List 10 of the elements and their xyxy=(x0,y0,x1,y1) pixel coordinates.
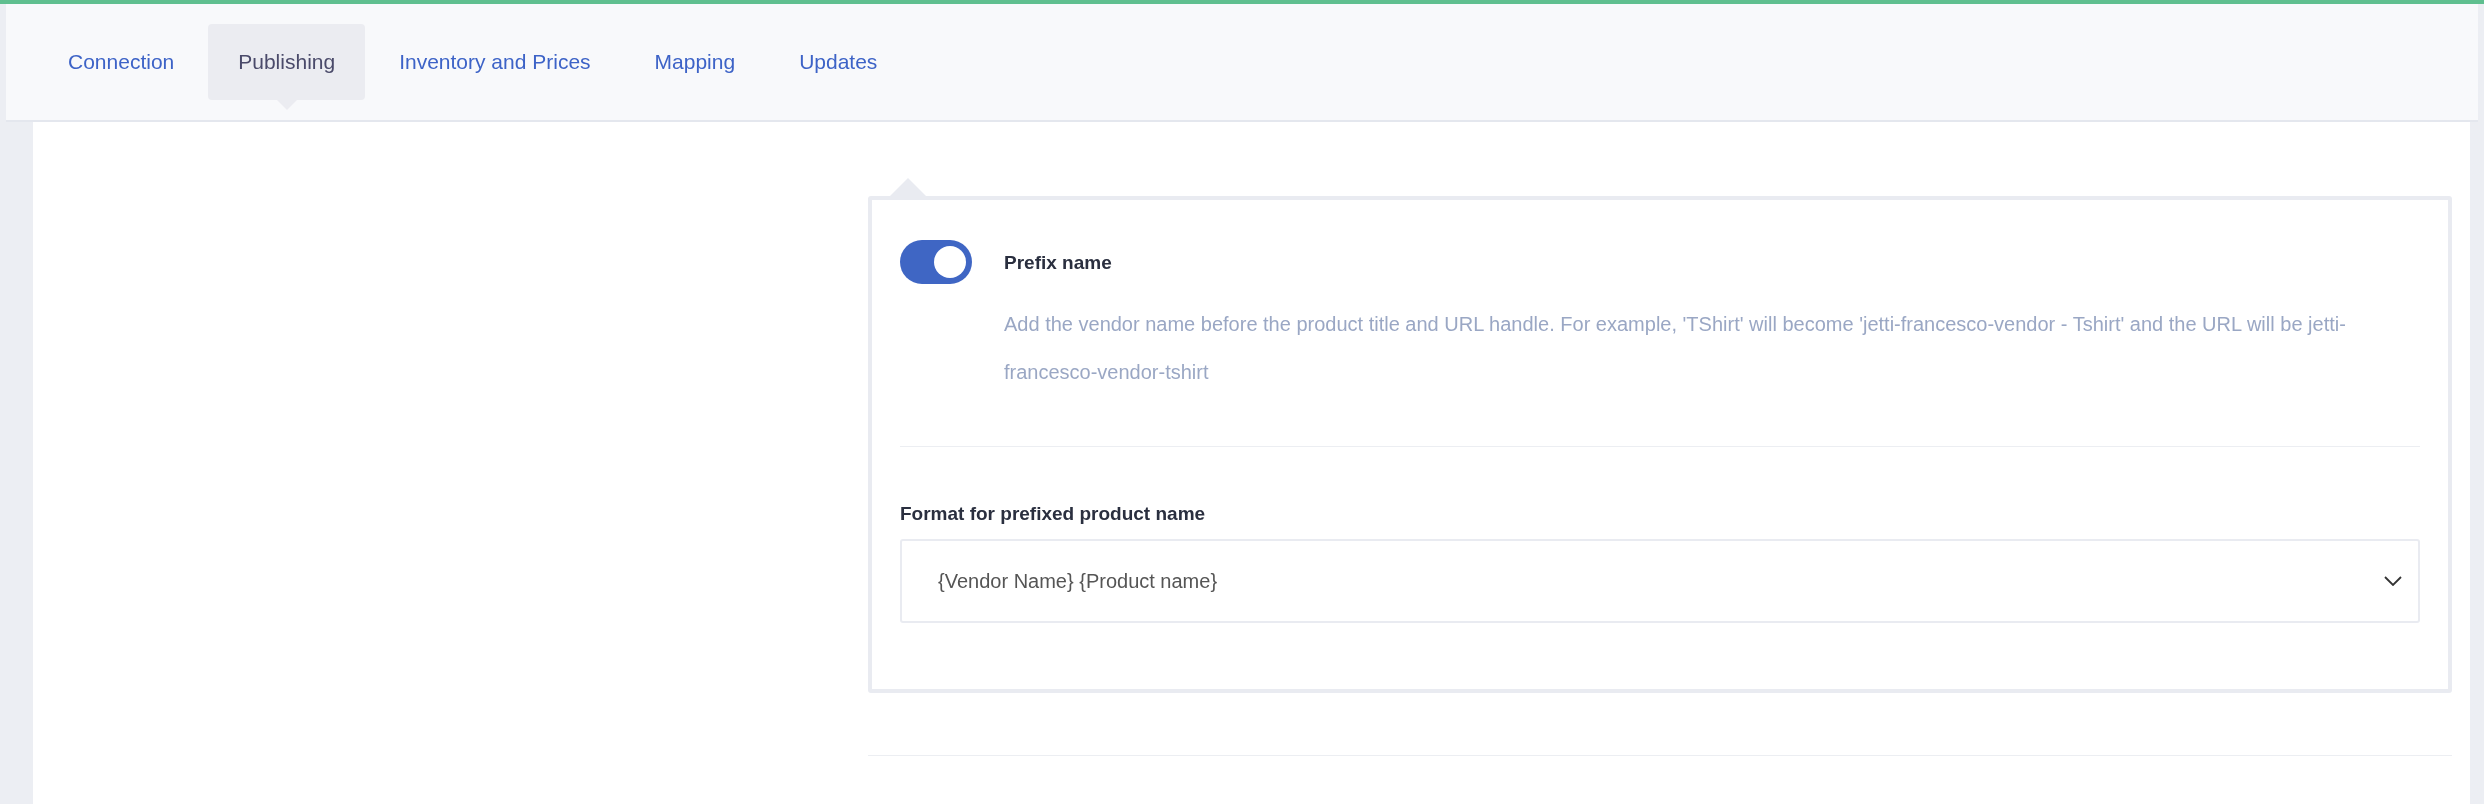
setting-description: Add the vendor name before the product title and URL handle. For example, 'TShirt' will become 'jetti-francesco-vendor - Tshirt' and the URL will be jetti-francesco-vendor-tshirt xyxy=(1004,312,2347,385)
setting-title: Prefix name xyxy=(1004,252,1113,274)
tab[interactable]: Connection xyxy=(38,24,205,100)
tab[interactable]: Inventory and Prices xyxy=(369,24,621,100)
chevron-down-icon xyxy=(2384,576,2402,586)
tab[interactable]: Mapping xyxy=(624,24,766,100)
toggle-switch[interactable] xyxy=(900,240,972,284)
format-dropdown[interactable]: {Vendor Name} {Product name} xyxy=(900,539,2420,623)
tab[interactable]: Updates xyxy=(769,24,908,100)
field-label: Format for prefixed product name xyxy=(900,503,1207,525)
